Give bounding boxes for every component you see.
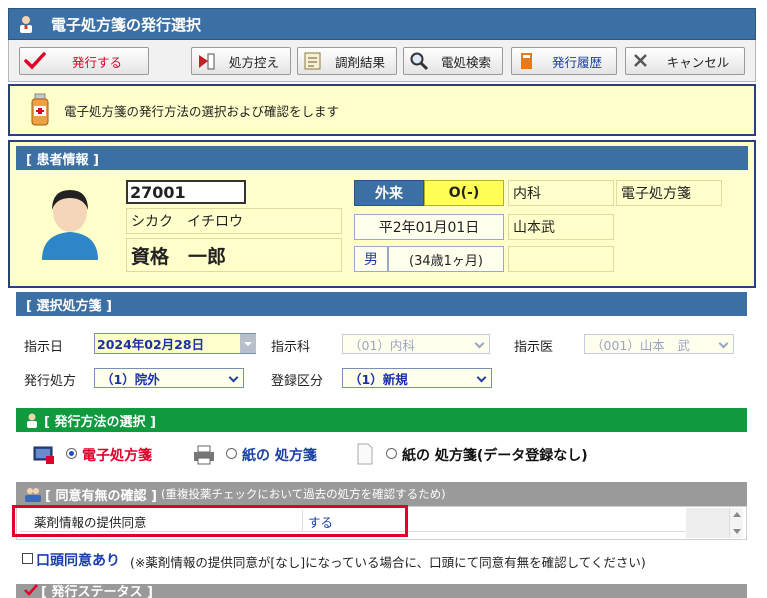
oral-consent-checkbox[interactable] <box>22 553 33 564</box>
birthdate: 平2年01月01日 <box>354 214 504 240</box>
patient-id-input[interactable]: 27001 <box>126 180 246 204</box>
selected-rx-header: [ 選択処方箋 ] <box>16 292 747 316</box>
visit-type-badge: 外来 <box>354 180 424 206</box>
status-header: [ 発行ステータス ] <box>16 584 747 598</box>
check-icon <box>24 584 38 596</box>
electronic-rx-label[interactable]: 電子処方箋 <box>82 445 152 465</box>
paper-noreg-label[interactable]: 紙の 処方箋(データ登録なし) <box>402 445 588 465</box>
window-title-bar: 電子処方箋の発行選択 <box>8 8 756 40</box>
date-picker-button[interactable] <box>240 334 256 353</box>
doctor-name: 山本武 <box>508 214 614 240</box>
oral-consent-note: (※薬剤情報の提供同意が[なし]になっている場合に、口頭にて同意有無を確認してく… <box>130 555 646 570</box>
empty-cell <box>508 246 614 272</box>
avatar <box>34 180 106 260</box>
paper-rx-label[interactable]: 紙の 処方箋 <box>242 445 317 465</box>
date-label: 指示日 <box>24 340 64 355</box>
consent-header: [ 同意有無の確認 ] (重複投薬チェックにおいて過去の処方を確認するため) <box>16 482 747 506</box>
cancel-button[interactable]: キャンセル <box>625 47 745 75</box>
search-icon <box>408 51 430 71</box>
issue-select[interactable]: （1）院外 <box>94 368 244 388</box>
doctor-icon <box>24 412 40 428</box>
people-icon <box>24 486 42 502</box>
dispense-result-button[interactable]: 調剤結果 <box>297 47 397 75</box>
issue-label: 発行処方 <box>24 374 77 389</box>
insurance-badge: O(-) <box>424 180 504 206</box>
paper-noreg-radio[interactable] <box>386 448 397 459</box>
dept-label: 指示科 <box>271 340 311 355</box>
consent-header-note: (重複投薬チェックにおいて過去の処方を確認するため) <box>160 487 446 501</box>
print-copy-icon <box>196 51 218 71</box>
printer-icon <box>192 444 216 466</box>
electronic-rx-radio[interactable] <box>66 448 77 459</box>
info-message: 電子処方箋の発行方法の選択および確認をします <box>64 103 340 119</box>
patient-info-header: [ 患者情報 ] <box>16 146 748 170</box>
consent-scrollbar[interactable] <box>729 508 743 538</box>
electronic-rx-icon <box>32 444 56 466</box>
doctor-label: 指示医 <box>514 340 554 355</box>
patient-info-panel: [ 患者情報 ] 27001 シカク イチロウ 資格 一郎 外来 O(-) 内科… <box>8 140 756 288</box>
erx-search-button[interactable]: 電処検索 <box>403 47 503 75</box>
patient-name: 資格 一郎 <box>126 238 342 272</box>
issue-button[interactable]: 発行する <box>19 47 149 75</box>
department: 内科 <box>508 180 614 206</box>
date-input[interactable]: 2024年02月28日 <box>94 333 256 354</box>
toolbar: 発行する 処方控え 調剤結果 電処検索 発行履歴 キャンセル <box>8 40 756 82</box>
info-message-bar: 電子処方箋の発行方法の選択および確認をします <box>8 84 756 136</box>
oral-consent-label[interactable]: 口頭同意あり <box>36 550 120 570</box>
history-button[interactable]: 発行履歴 <box>511 47 617 75</box>
doctor-icon <box>17 15 35 33</box>
reg-select[interactable]: （1）新規 <box>342 368 492 388</box>
document-list-icon <box>302 51 324 71</box>
blank-paper-icon <box>356 443 374 465</box>
dept-select[interactable]: （01）内科 <box>342 334 490 354</box>
age: (34歳1ヶ月) <box>388 246 504 272</box>
patient-kana: シカク イチロウ <box>126 208 342 234</box>
consent-highlight-frame <box>12 505 408 537</box>
book-icon <box>516 51 538 71</box>
check-icon <box>24 51 46 71</box>
method-header: [ 発行方法の選択 ] <box>16 408 747 432</box>
sex: 男 <box>354 246 388 272</box>
doctor-select[interactable]: （001）山本 武 <box>584 334 734 354</box>
paper-rx-radio[interactable] <box>226 448 237 459</box>
window-title: 電子処方箋の発行選択 <box>51 15 202 34</box>
reg-label: 登録区分 <box>271 374 324 389</box>
rx-copy-button[interactable]: 処方控え <box>191 47 291 75</box>
close-icon <box>630 51 652 71</box>
rx-kind: 電子処方箋 <box>616 180 722 206</box>
medicine-bottle-icon <box>28 93 52 127</box>
